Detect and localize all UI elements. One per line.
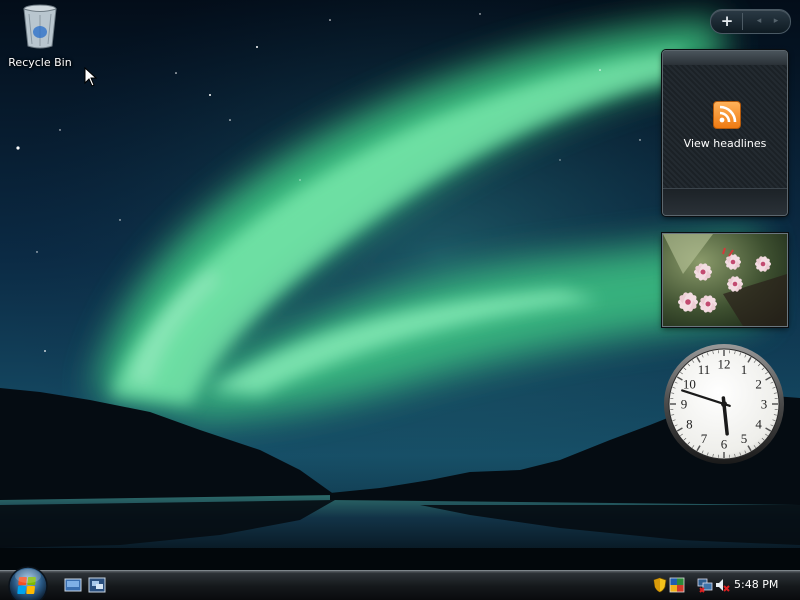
- feed-headlines-gadget[interactable]: View headlines: [662, 50, 788, 216]
- desktop[interactable]: Recycle Bin + ◂ ▸ View headlines 12 1 2 …: [0, 0, 800, 570]
- clock-numeral: 12: [718, 357, 731, 372]
- clock-numeral: 1: [741, 362, 748, 377]
- analog-clock: 12 12 3 45678 9 1011: [664, 344, 784, 464]
- switch-windows-icon[interactable]: [88, 577, 106, 593]
- view-headlines-link[interactable]: View headlines: [663, 137, 787, 150]
- gadget-top-bar: [663, 51, 787, 65]
- controls-divider: [742, 13, 743, 30]
- volume-muted-icon[interactable]: [714, 577, 730, 593]
- network-disconnected-icon[interactable]: [697, 577, 713, 593]
- security-shield-icon[interactable]: [652, 577, 668, 593]
- recycle-bin-label: Recycle Bin: [8, 56, 72, 69]
- clock-numeral: 6: [721, 437, 728, 452]
- clock-numeral: 11: [698, 362, 711, 377]
- flower-photo: [663, 234, 787, 326]
- clock-numeral: 10: [683, 377, 696, 392]
- recycle-bin-icon: [23, 4, 57, 49]
- previous-page-button[interactable]: ◂: [752, 13, 766, 30]
- clock-numeral: 8: [686, 417, 693, 432]
- start-button[interactable]: [7, 565, 49, 600]
- clock-gadget[interactable]: 12 1 2 3 4 5 6 7 8 9 10 11: [662, 342, 786, 466]
- recycle-bin-shortcut[interactable]: Recycle Bin: [4, 2, 76, 70]
- taskbar-clock[interactable]: 5:48 PM: [734, 578, 778, 591]
- clock-numeral: 7: [701, 431, 708, 446]
- taskbar: 5:48 PM: [0, 566, 800, 600]
- clock-numeral: 5: [741, 431, 748, 446]
- clock-center-pin: [721, 401, 727, 407]
- sidebar-controls: + ◂ ▸: [710, 9, 791, 34]
- show-desktop-icon[interactable]: [64, 577, 82, 593]
- next-page-button[interactable]: ▸: [769, 13, 783, 30]
- rss-feed-icon: [713, 101, 741, 129]
- clock-numeral: 9: [681, 397, 688, 412]
- network-icon[interactable]: [669, 577, 685, 593]
- clock-numeral: 3: [761, 397, 768, 412]
- clock-numeral: 4: [755, 417, 762, 432]
- clock-numeral: 2: [755, 377, 762, 392]
- slideshow-gadget[interactable]: [662, 233, 788, 327]
- mouse-cursor-icon: [84, 67, 98, 87]
- gadget-bottom-bar: [663, 188, 787, 215]
- add-gadget-button[interactable]: +: [717, 12, 737, 31]
